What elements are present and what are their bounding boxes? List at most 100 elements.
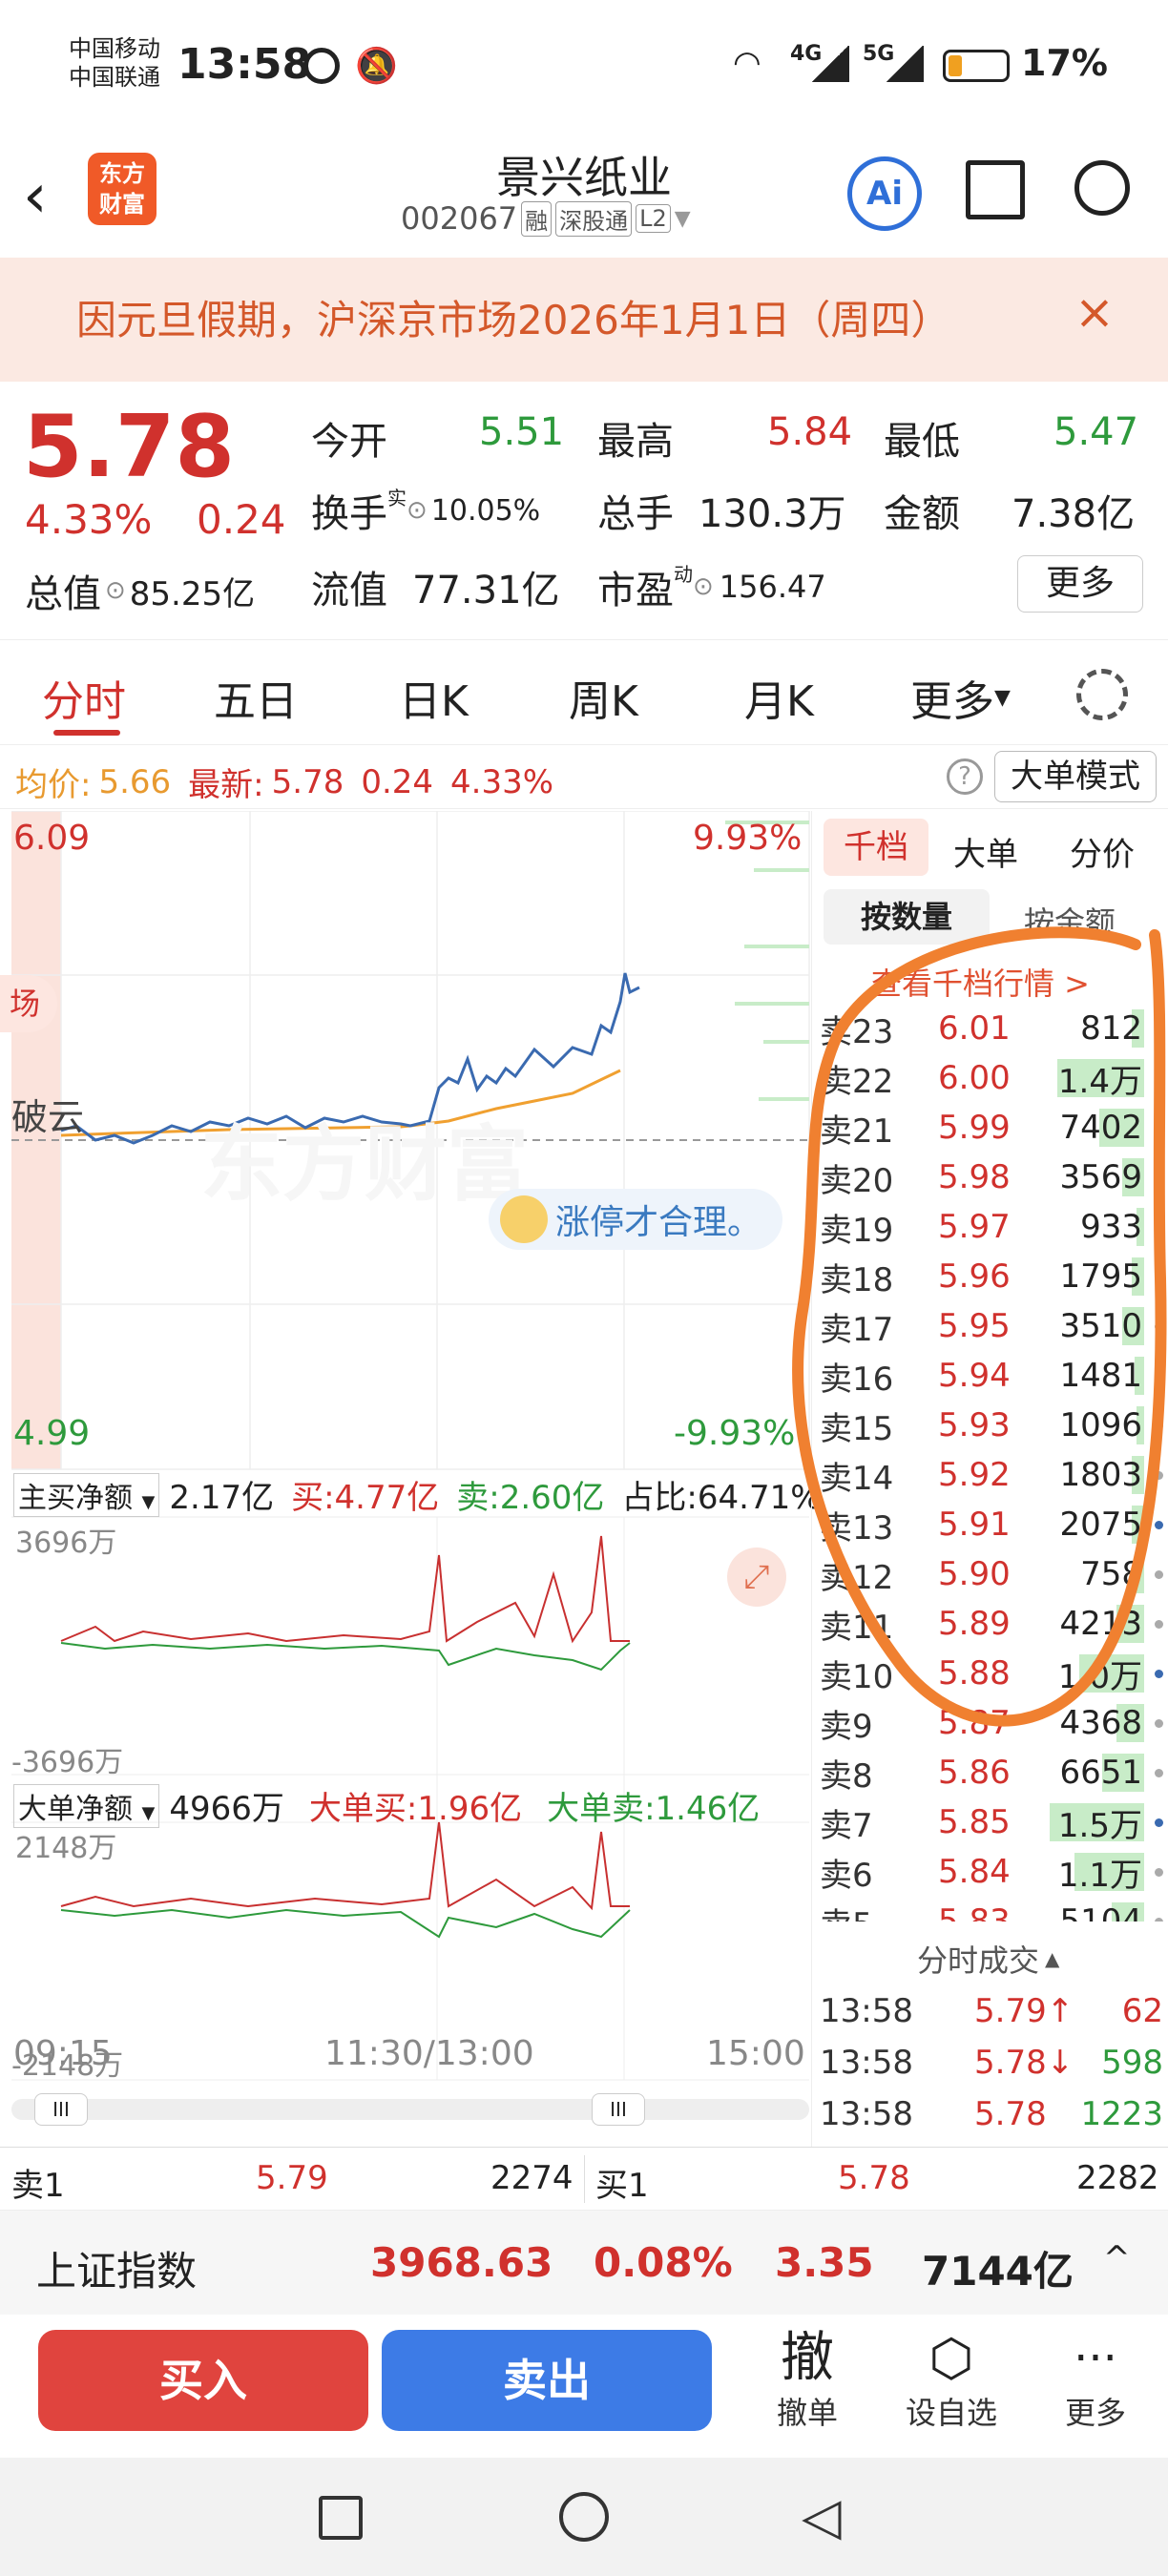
left-side-label: 破云 [11, 1096, 85, 1138]
flow-label: 主买净额 [18, 1481, 133, 1515]
ask1-price: 5.79 [256, 2159, 328, 2197]
left-side-tag[interactable]: 场 [0, 975, 57, 1032]
carrier-1: 中国移动 [69, 35, 160, 62]
chevron-up-icon[interactable]: ^ [1103, 2239, 1131, 2277]
big-label: 大单净额 [18, 1792, 133, 1826]
tab-monthly-k[interactable]: 月K [744, 667, 814, 728]
tick-volume: 62 [1121, 1992, 1163, 2030]
sell-button[interactable]: 卖出 [382, 2330, 712, 2431]
more-actions-button[interactable]: ··· 更多 [1048, 2328, 1143, 2433]
scroll-handle-left[interactable]: III [34, 2093, 88, 2126]
add-watchlist-button[interactable]: ⬡ 设自选 [893, 2328, 1010, 2433]
order-dot-icon [1155, 1868, 1163, 1877]
amount-value: 7.38亿 [1012, 492, 1136, 536]
order-book-row[interactable]: 卖7 5.85 1.5万 [812, 1797, 1168, 1847]
time-mid: 11:30/13:00 [324, 2034, 534, 2073]
big-selector[interactable]: 大单净额 ▼ [13, 1783, 160, 1828]
ask1-volume: 2274 [490, 2159, 574, 2197]
tick-time: 13:58 [820, 1992, 913, 2030]
info-icon: ⊙ [407, 496, 428, 525]
side-tab-price[interactable]: 分价 [1070, 828, 1135, 875]
battery-level: 17% [1021, 42, 1108, 84]
ai-button[interactable]: Ai [847, 156, 922, 231]
quote-panel: 5.78 4.33% 0.24 总值 ⊙ 85.25亿 今开 5.51 最高 5… [0, 382, 1168, 639]
more-button[interactable]: 更多 [1017, 555, 1143, 613]
order-book-row[interactable]: 卖6 5.84 1.1万 [812, 1847, 1168, 1897]
ticks-header[interactable]: 分时成交 ▲ [917, 1937, 1059, 1981]
low-value: 5.47 [1053, 410, 1139, 454]
tab-more-label: 更多 [910, 677, 994, 726]
scroll-handle-right[interactable]: III [592, 2093, 645, 2126]
mktcap-value: 85.25亿 [129, 574, 256, 613]
turnover-sup: 实 [387, 487, 407, 509]
pe-value: 156.47 [719, 569, 826, 605]
cancel-icon: 撤 [781, 2327, 834, 2389]
avg-label: 均价: [15, 766, 92, 804]
latest-label: 最新: [188, 766, 264, 804]
tab-intraday[interactable]: 分时 [42, 667, 126, 728]
tick-row: 13:58 5.79↑ 62 [812, 1986, 1168, 2038]
bid1-volume: 2282 [1076, 2159, 1159, 2197]
signal-icon-2 [886, 46, 924, 82]
flow-top: 3696万 [15, 1527, 117, 1560]
chart-tabs: 分时 五日 日K 周K 月K 更多 ▼ [0, 639, 1168, 744]
home-icon[interactable] [559, 2492, 609, 2542]
search-icon[interactable] [1074, 160, 1130, 216]
wifi-icon: ◠ [733, 44, 761, 82]
settings-gear-icon[interactable] [1076, 669, 1128, 720]
help-icon[interactable]: ? [947, 758, 983, 795]
big-order-mode-button[interactable]: 大单模式 [994, 751, 1157, 802]
tick-row: 13:58 5.78↓ 598 [812, 2038, 1168, 2089]
float-value: 77.31亿 [412, 569, 560, 613]
share-icon[interactable] [966, 160, 1025, 219]
order-price: 5.85 [938, 1803, 1011, 1841]
close-icon[interactable]: × [1074, 284, 1115, 340]
turnover-value: 10.05% [430, 493, 541, 528]
buy-button[interactable]: 买入 [38, 2330, 368, 2431]
cancel-order-button[interactable]: 撤 撤单 [769, 2328, 845, 2433]
carrier-2: 中国联通 [69, 64, 160, 91]
tab-more[interactable]: 更多 ▼ [910, 667, 1011, 728]
recent-apps-icon[interactable] [319, 2496, 363, 2540]
flow-bottom: -3696万 [11, 1746, 124, 1779]
order-volume: 5104 [1059, 1902, 1142, 1922]
order-book-row[interactable]: 卖5 5.83 5104 [812, 1897, 1168, 1922]
tab-active-underline [53, 730, 120, 736]
bubble-text: 涨停才合理。 [555, 1203, 762, 1242]
holiday-banner[interactable]: 因元旦假期，沪深京市场2026年1月1日（周四） × [0, 258, 1168, 382]
order-label: 卖6 [820, 1856, 873, 1895]
annotation-ellipse [792, 926, 1167, 1727]
market-cap: 总值 ⊙ 85.25亿 [25, 563, 255, 618]
chart-top-price: 6.09 [13, 819, 91, 858]
side-tab-levels[interactable]: 千档 [824, 819, 928, 876]
intraday-chart-area[interactable]: 6.09 9.93% 4.99 -9.93% 场 破云 东方财富 涨停才合理。 … [0, 811, 822, 2147]
tick-price: 5.78↓ [974, 2044, 1074, 2082]
tick-time: 13:58 [820, 2044, 913, 2082]
tab-weekly-k[interactable]: 周K [569, 667, 638, 728]
amount-label: 金额 [884, 492, 960, 536]
order-dot-icon [1155, 1918, 1163, 1922]
latest-value: 5.78 [271, 762, 344, 801]
index-name: 上证指数 [36, 2248, 198, 2295]
back-nav-icon[interactable]: ◁ [802, 2486, 842, 2546]
bid1-price: 5.78 [838, 2159, 910, 2197]
tab-five-day[interactable]: 五日 [214, 667, 298, 728]
stock-code-line[interactable]: 002067 融 深股通 L2 ▼ [401, 200, 691, 237]
watch-label: 设自选 [905, 2395, 997, 2431]
pe-ratio: 市盈 动 ⊙ 156.47 [597, 559, 826, 614]
index-ticker[interactable]: 上证指数 3968.63 0.08% 3.35 7144亿 ^ [0, 2210, 1168, 2315]
expand-icon[interactable]: ⤢ [727, 1548, 786, 1607]
side-tab-big[interactable]: 大单 [953, 828, 1018, 875]
ticks-list: 13:58 5.79↑ 62 13:58 5.78↓ 598 13:58 5.78 1223 [812, 1986, 1168, 2149]
battery-icon [943, 50, 1010, 82]
flow-selector[interactable]: 主买净额 ▼ [13, 1472, 160, 1517]
comment-bubble[interactable]: 涨停才合理。 [489, 1189, 783, 1250]
volume-value: 130.3万 [699, 492, 846, 536]
tick-volume: 598 [1101, 2044, 1163, 2082]
info-icon: ⊙ [693, 572, 714, 601]
tab-daily-k[interactable]: 日K [399, 667, 469, 728]
pe-label: 市盈 [597, 569, 674, 613]
order-price: 5.84 [938, 1853, 1011, 1891]
flow-header: 主买净额 ▼ 2.17亿 买:4.77亿 卖:2.60亿 占比:64.71% [13, 1471, 822, 1518]
status-bar: 中国移动 中国联通 13:58 🔕 ◠ 4G 5G 17% [0, 0, 1168, 143]
